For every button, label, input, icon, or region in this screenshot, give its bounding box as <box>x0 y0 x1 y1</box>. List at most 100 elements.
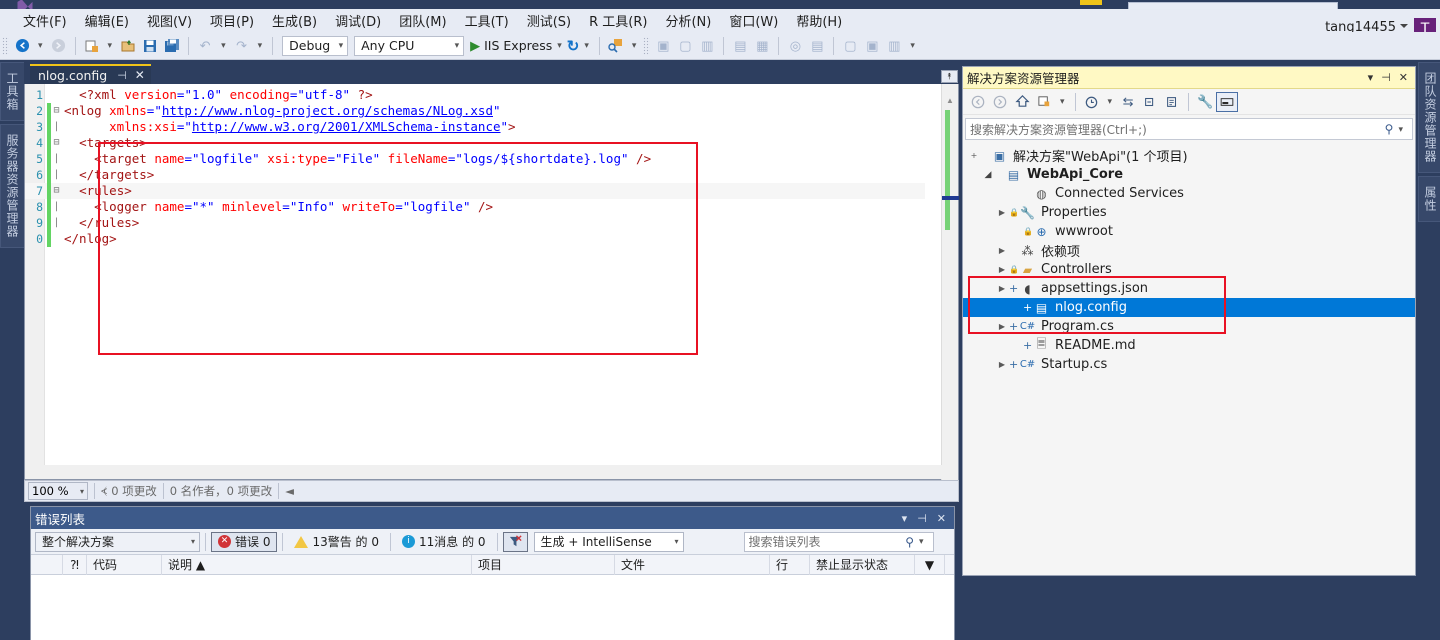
save-icon[interactable] <box>139 35 161 57</box>
collapse-all-icon[interactable] <box>1139 92 1161 112</box>
comment-selection-icon[interactable]: ▣ <box>652 35 674 57</box>
pin-icon[interactable]: ⊣ <box>917 512 927 525</box>
search-icon[interactable]: ⚲ <box>905 535 914 549</box>
indent-icon[interactable]: ▥ <box>696 35 718 57</box>
editor-vertical-scrollbar[interactable]: ⯭ ▲ <box>941 70 959 480</box>
tree-node-webapi-core[interactable]: ◢ ▤ WebApi_Core <box>963 165 1415 184</box>
expand-toggle-icon[interactable]: ▶ <box>995 265 1009 274</box>
clear-filters-button[interactable] <box>502 531 528 552</box>
expand-toggle-icon[interactable]: ▶ <box>995 284 1009 293</box>
error-source-select[interactable]: 生成 + IntelliSense ▾ <box>533 531 684 552</box>
expand-toggle-icon[interactable]: ▶ <box>995 208 1009 217</box>
column-file[interactable]: 文件 <box>615 554 770 575</box>
pending-chevron-down-icon[interactable]: ▾ <box>1108 96 1113 107</box>
tree-node-program-cs[interactable]: ▶ + C# Program.cs <box>963 317 1415 336</box>
search-icon[interactable]: ⚲ <box>1385 122 1394 136</box>
toggle-bookmark-icon[interactable]: ▤ <box>729 35 751 57</box>
expand-toggle-icon[interactable]: ▶ <box>995 246 1009 255</box>
codelens-authors[interactable]: 0 名作者，0 项更改 <box>170 483 272 499</box>
tree-node-appsettings-json[interactable]: ▶ + ◖ appsettings.json <box>963 279 1415 298</box>
start-debugging-chevron-down-icon[interactable]: ▾ <box>557 40 562 51</box>
show-all-chevron-down-icon[interactable]: ▾ <box>1060 96 1065 107</box>
menu-build[interactable]: 生成(B) <box>263 9 326 32</box>
navigate-back-chevron-down-icon[interactable]: ▾ <box>38 40 43 51</box>
error-scope-select[interactable]: 整个解决方案 ▾ <box>35 531 200 552</box>
menu-file[interactable]: 文件(F) <box>14 9 76 32</box>
properties-window-icon[interactable]: ▤ <box>806 35 828 57</box>
pin-icon[interactable]: ⊣ <box>117 69 127 82</box>
uncomment-selection-icon[interactable]: ▢ <box>674 35 696 57</box>
tree-node-startup-cs[interactable]: ▶ + C# Startup.cs <box>963 355 1415 374</box>
expand-toggle-icon[interactable]: + <box>967 151 981 160</box>
panel-chevron-down-icon[interactable]: ▾ <box>1368 71 1374 84</box>
pin-icon[interactable]: ⊣ <box>1381 71 1391 84</box>
expand-toggle-icon[interactable]: ▶ <box>995 322 1009 331</box>
tree-node-readme-md[interactable]: + 🗏 README.md <box>963 336 1415 355</box>
codelens-prev-icon[interactable]: ◄ <box>285 484 294 498</box>
menu-view[interactable]: 视图(V) <box>138 9 201 32</box>
search-chevron-down-icon[interactable]: ▾ <box>1398 124 1403 135</box>
error-list-search-input[interactable]: 搜索错误列表 ⚲ ▾ <box>743 531 934 552</box>
toolbar-grip-2[interactable] <box>643 36 651 55</box>
tree-node-wwwroot[interactable]: 🔒 ⊕ wwwroot <box>963 222 1415 241</box>
close-icon[interactable]: ✕ <box>937 512 946 525</box>
solution-platform-select[interactable]: Any CPU ▾ <box>354 35 465 56</box>
messages-filter-button[interactable]: i 11消息 的 0 <box>396 532 492 552</box>
document-tab-nlog-config[interactable]: nlog.config ⊣ ✕ <box>30 64 151 84</box>
preview-selected-items-icon[interactable] <box>1216 91 1239 112</box>
toolbar-overflow-chevron-down-icon[interactable]: ▾ <box>910 40 915 51</box>
fold-toggle-icon[interactable]: ⊟ <box>51 183 62 199</box>
navigate-forward-icon[interactable] <box>48 35 70 57</box>
panel-chevron-down-icon[interactable]: ▾ <box>902 512 908 525</box>
scroll-up-icon[interactable]: ▲ <box>946 96 954 105</box>
back-icon[interactable] <box>967 92 989 112</box>
home-icon[interactable] <box>1011 92 1033 112</box>
dock-tab-team-explorer[interactable]: 团队资源管理器 <box>1418 62 1440 173</box>
column-filter-icon[interactable]: ▼ <box>915 554 945 575</box>
tree-node-solution[interactable]: + ▣ 解决方案"WebApi"(1 个项目) <box>963 146 1415 166</box>
menu-window[interactable]: 窗口(W) <box>720 9 787 32</box>
open-file-icon[interactable] <box>117 35 139 57</box>
warnings-filter-button[interactable]: 13警告 的 0 <box>288 532 385 552</box>
start-debugging-play-icon[interactable]: ▶ <box>470 38 480 54</box>
refresh-icon[interactable]: ↻ <box>567 37 580 55</box>
toolbar-grip[interactable] <box>2 36 9 55</box>
find-chevron-down-icon[interactable]: ▾ <box>632 40 637 51</box>
tree-node-nlog-config[interactable]: + ▤ nlog.config <box>963 298 1415 317</box>
menu-test[interactable]: 测试(S) <box>518 9 580 32</box>
redo-icon[interactable]: ↷ <box>231 35 253 57</box>
zoom-level-select[interactable]: 100 % ▾ <box>28 482 88 500</box>
editor-split-handle[interactable]: ⯭ <box>941 70 958 83</box>
menu-project[interactable]: 项目(P) <box>201 9 263 32</box>
column-icon[interactable] <box>31 554 63 575</box>
errors-filter-button[interactable]: ✕ 错误 0 <box>211 531 278 552</box>
editor-horizontal-scrollbar[interactable] <box>25 465 943 479</box>
forward-icon[interactable] <box>989 92 1011 112</box>
dock-tab-toolbox[interactable]: 工具箱 <box>0 62 25 121</box>
team-explorer-icon[interactable]: ▣ <box>861 35 883 57</box>
find-in-files-icon[interactable] <box>605 35 627 57</box>
dock-tab-properties[interactable]: 属性 <box>1418 176 1440 222</box>
start-debugging-label[interactable]: IIS Express <box>484 38 552 53</box>
close-icon[interactable]: ✕ <box>1399 71 1408 84</box>
tree-node-dependencies[interactable]: ▶ ⁂ 依赖项 <box>963 241 1415 261</box>
dock-tab-server-explorer[interactable]: 服务器资源管理器 <box>0 124 25 248</box>
toolbox-item-icon[interactable]: ◎ <box>784 35 806 57</box>
menu-team[interactable]: 团队(M) <box>390 9 455 32</box>
column-suppression-state[interactable]: 禁止显示状态 <box>810 554 915 575</box>
navigate-back-icon[interactable] <box>11 35 33 57</box>
column-severity[interactable]: ⁈ <box>63 554 87 575</box>
clear-bookmarks-icon[interactable]: ▦ <box>751 35 773 57</box>
column-line[interactable]: 行 <box>770 554 810 575</box>
solution-explorer-search-input[interactable]: 搜索解决方案资源管理器(Ctrl+;) ⚲ ▾ <box>965 118 1413 140</box>
codelens-changes[interactable]: 0 项更改 <box>111 483 156 499</box>
tree-node-connected-services[interactable]: ◍ Connected Services <box>963 184 1415 203</box>
account-chevron-down-icon[interactable] <box>1400 24 1408 28</box>
menu-tools[interactable]: 工具(T) <box>456 9 518 32</box>
new-project-icon[interactable] <box>81 35 103 57</box>
column-project[interactable]: 项目 <box>472 554 615 575</box>
redo-chevron-down-icon[interactable]: ▾ <box>258 40 263 51</box>
menu-debug[interactable]: 调试(D) <box>326 9 390 32</box>
tree-node-properties[interactable]: ▶ 🔒 🔧 Properties <box>963 203 1415 222</box>
object-browser-icon[interactable]: ▢ <box>839 35 861 57</box>
